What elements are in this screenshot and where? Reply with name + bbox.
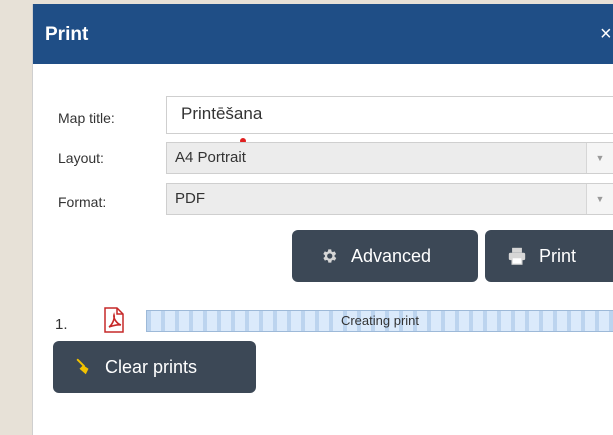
layout-value: A4 Portrait (175, 149, 246, 166)
print-button[interactable]: Print (485, 230, 613, 282)
print-dialog: Print × Map title: Printēšana Layout: A4… (32, 4, 613, 435)
printer-icon (507, 247, 527, 265)
chevron-down-icon[interactable]: ▼ (586, 143, 613, 173)
print-progress-bar: Creating print (146, 310, 613, 332)
gear-icon (320, 247, 338, 265)
clear-prints-label: Clear prints (105, 356, 198, 377)
print-button-label: Print (539, 245, 577, 266)
layout-label: Layout: (58, 150, 104, 166)
advanced-button-label: Advanced (351, 245, 432, 266)
print-status: Creating print (340, 313, 420, 328)
dialog-title: Print (45, 24, 89, 45)
clear-prints-button[interactable]: Clear prints (53, 341, 256, 393)
format-select[interactable]: PDF ▼ (166, 183, 613, 215)
map-title-label: Map title: (58, 110, 115, 126)
format-value: PDF (175, 190, 205, 207)
layout-select[interactable]: A4 Portrait ▼ (166, 142, 613, 174)
advanced-button[interactable]: Advanced (292, 230, 478, 282)
dialog-titlebar: Print × (33, 4, 613, 64)
map-title-value: Printēšana (181, 104, 263, 123)
broom-icon (75, 358, 93, 376)
pdf-file-icon[interactable] (103, 307, 125, 333)
format-label: Format: (58, 194, 107, 210)
map-title-input[interactable]: Printēšana (166, 96, 613, 134)
chevron-down-icon[interactable]: ▼ (586, 184, 613, 214)
close-icon[interactable]: × (600, 24, 612, 44)
print-index: 1. (55, 316, 68, 333)
